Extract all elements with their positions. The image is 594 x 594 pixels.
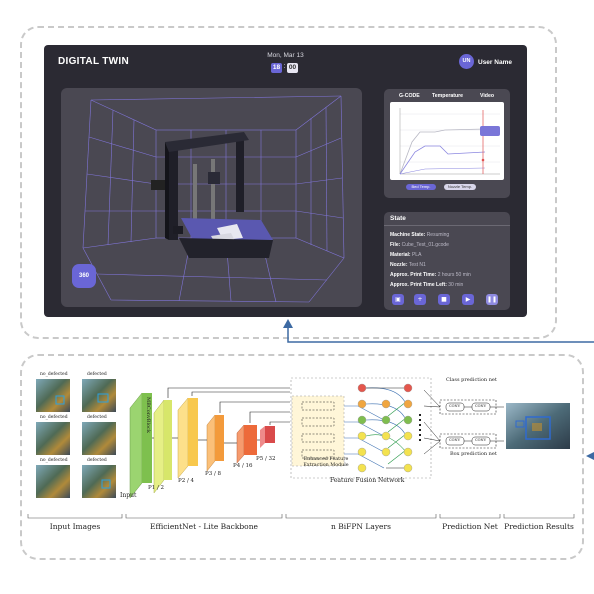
stage-input-images: Input Images — [49, 522, 101, 531]
stage-backbone: EfficientNet - Lite Backbone — [150, 522, 258, 531]
stage-brackets — [27, 514, 575, 519]
stage-prediction-net: Prediction Net — [442, 522, 498, 531]
stage-prediction-results: Prediction Results — [504, 522, 574, 531]
stage-bifpn: n BiFPN Layers — [331, 522, 391, 531]
